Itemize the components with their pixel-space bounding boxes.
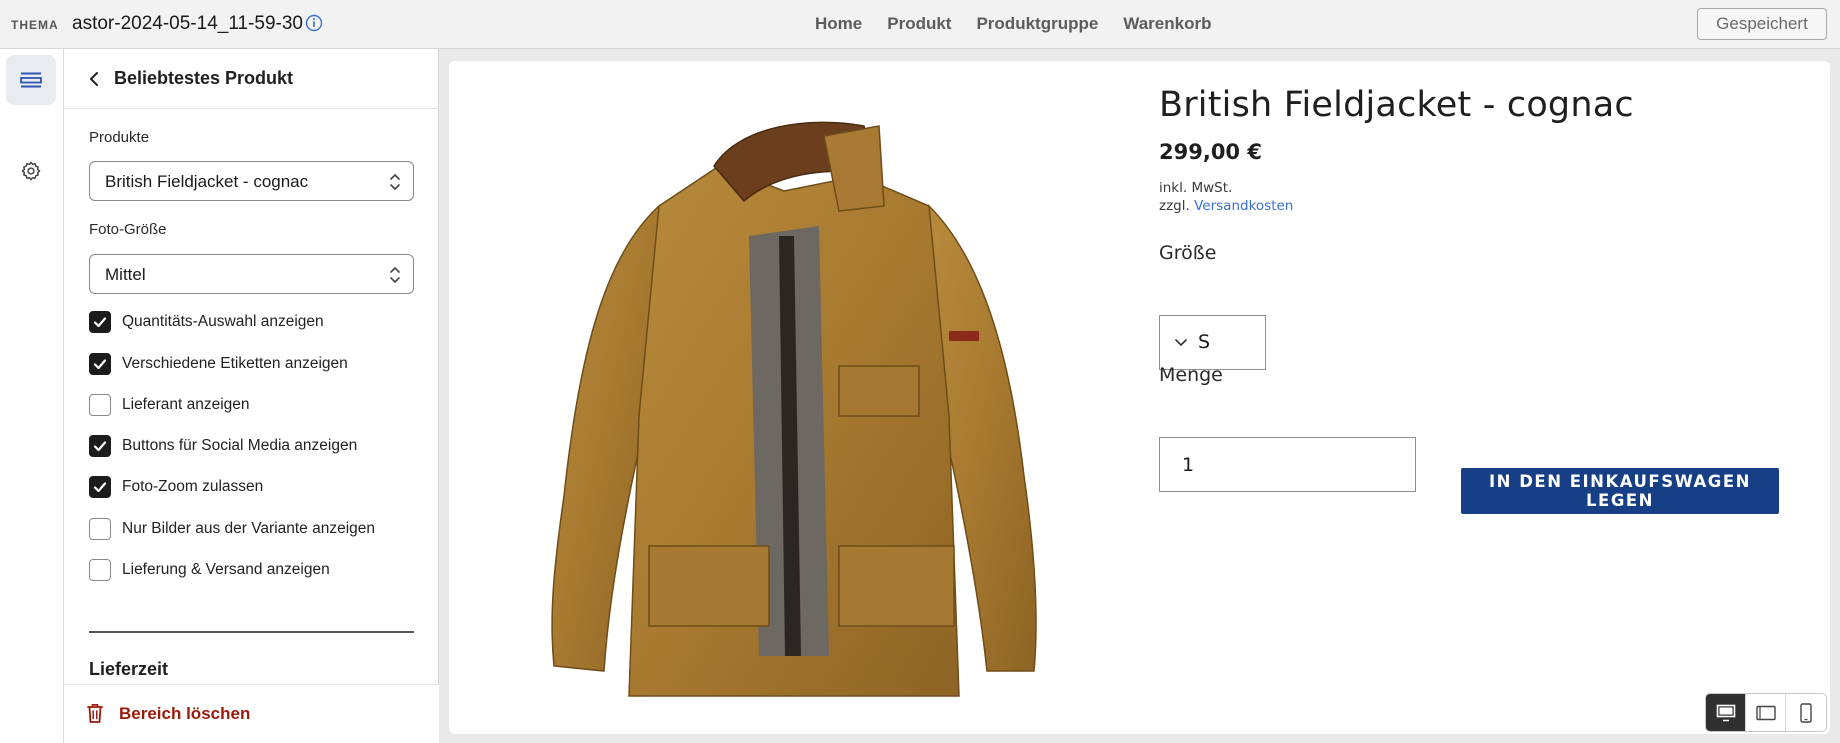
checkmark-icon xyxy=(93,317,107,328)
checkbox-row[interactable]: Lieferung & Versand anzeigen xyxy=(89,559,330,581)
checkbox[interactable] xyxy=(89,435,111,457)
top-bar: THEMA astor-2024-05-14_11-59-30 Home Pro… xyxy=(0,0,1840,49)
quantity-label: Menge xyxy=(1159,364,1223,386)
mobile-icon xyxy=(1800,702,1812,723)
tax-note: inkl. MwSt. xyxy=(1159,180,1233,196)
icon-rail xyxy=(0,49,64,743)
checkbox-label: Lieferung & Versand anzeigen xyxy=(122,561,330,578)
device-switcher xyxy=(1705,693,1827,732)
nav-produktgruppe[interactable]: Produktgruppe xyxy=(976,14,1098,34)
nav-home[interactable]: Home xyxy=(815,14,862,34)
products-select[interactable]: British Fieldjacket - cognac xyxy=(89,161,414,201)
device-mobile-button[interactable] xyxy=(1786,694,1826,731)
tablet-icon xyxy=(1755,705,1776,720)
device-desktop-button[interactable] xyxy=(1706,694,1746,731)
checkbox[interactable] xyxy=(89,518,111,540)
add-to-cart-button[interactable]: IN DEN EINKAUFSWAGEN LEGEN xyxy=(1461,468,1779,514)
checkbox[interactable] xyxy=(89,311,111,333)
photo-size-select-value: Mittel xyxy=(105,265,146,284)
quantity-input[interactable] xyxy=(1159,437,1416,492)
chevron-down-icon xyxy=(1175,339,1187,347)
info-icon[interactable] xyxy=(305,14,323,32)
checkbox-label: Lieferant anzeigen xyxy=(122,396,250,413)
delete-section-button[interactable]: Bereich löschen xyxy=(119,704,250,724)
rail-settings-button[interactable] xyxy=(6,146,56,196)
size-label: Größe xyxy=(1159,242,1217,264)
theme-name: astor-2024-05-14_11-59-30 xyxy=(72,13,303,34)
checkmark-icon xyxy=(93,482,107,493)
checkbox-label: Foto-Zoom zulassen xyxy=(122,478,264,495)
product-preview: British Fieldjacket - cognac 299,00 € in… xyxy=(449,61,1830,734)
divider xyxy=(89,631,414,633)
rail-sections-button[interactable] xyxy=(6,55,56,105)
checkbox[interactable] xyxy=(89,559,111,581)
settings-panel: Beliebtestes Produkt Produkte British Fi… xyxy=(64,49,439,743)
checkbox-label: Verschiedene Etiketten anzeigen xyxy=(122,355,348,372)
saved-button[interactable]: Gespeichert xyxy=(1697,8,1827,40)
size-select[interactable]: S xyxy=(1159,315,1266,370)
checkbox-row[interactable]: Nur Bilder aus der Variante anzeigen xyxy=(89,518,375,540)
checkbox[interactable] xyxy=(89,394,111,416)
size-select-value: S xyxy=(1198,331,1211,353)
checkbox-row[interactable]: Foto-Zoom zulassen xyxy=(89,476,263,498)
updown-arrows-icon xyxy=(390,173,400,191)
shipping-note: zzgl. Versandkosten xyxy=(1159,198,1293,214)
device-tablet-button[interactable] xyxy=(1746,694,1786,731)
gear-icon xyxy=(21,161,41,181)
shipping-prefix: zzgl. xyxy=(1159,198,1190,214)
nav-produkt[interactable]: Produkt xyxy=(887,14,951,34)
checkbox[interactable] xyxy=(89,476,111,498)
brand-label: THEMA xyxy=(11,18,59,32)
checkbox-row[interactable]: Buttons für Social Media anzeigen xyxy=(89,435,357,457)
panel-header: Beliebtestes Produkt xyxy=(64,49,439,109)
checkmark-icon xyxy=(93,359,107,370)
desktop-icon xyxy=(1716,704,1735,721)
sections-icon xyxy=(20,72,42,88)
checkmark-icon xyxy=(93,441,107,452)
checkbox[interactable] xyxy=(89,353,111,375)
panel-title: Beliebtestes Produkt xyxy=(114,68,294,88)
nav-warenkorb[interactable]: Warenkorb xyxy=(1123,14,1211,34)
checkbox-label: Buttons für Social Media anzeigen xyxy=(122,437,358,454)
top-navigation: Home Produkt Produktgruppe Warenkorb xyxy=(815,14,1211,34)
products-label: Produkte xyxy=(89,129,150,146)
checkbox-row[interactable]: Quantitäts-Auswahl anzeigen xyxy=(89,311,324,333)
checkbox-row[interactable]: Lieferant anzeigen xyxy=(89,394,250,416)
section-title: Lieferzeit xyxy=(89,659,169,679)
checkbox-label: Quantitäts-Auswahl anzeigen xyxy=(122,313,324,330)
trash-icon[interactable] xyxy=(86,702,104,724)
chevron-left-icon[interactable] xyxy=(84,69,104,89)
products-select-value: British Fieldjacket - cognac xyxy=(105,172,309,191)
updown-arrows-icon xyxy=(390,266,400,284)
product-price: 299,00 € xyxy=(1159,140,1262,164)
product-image[interactable] xyxy=(509,96,1069,726)
panel-footer: Bereich löschen xyxy=(64,684,439,743)
photo-size-select[interactable]: Mittel xyxy=(89,254,414,294)
product-title: British Fieldjacket - cognac xyxy=(1159,85,1634,125)
checkbox-row[interactable]: Verschiedene Etiketten anzeigen xyxy=(89,353,348,375)
checkbox-label: Nur Bilder aus der Variante anzeigen xyxy=(122,520,376,537)
photo-size-label: Foto-Größe xyxy=(89,221,167,238)
shipping-link[interactable]: Versandkosten xyxy=(1194,198,1293,214)
